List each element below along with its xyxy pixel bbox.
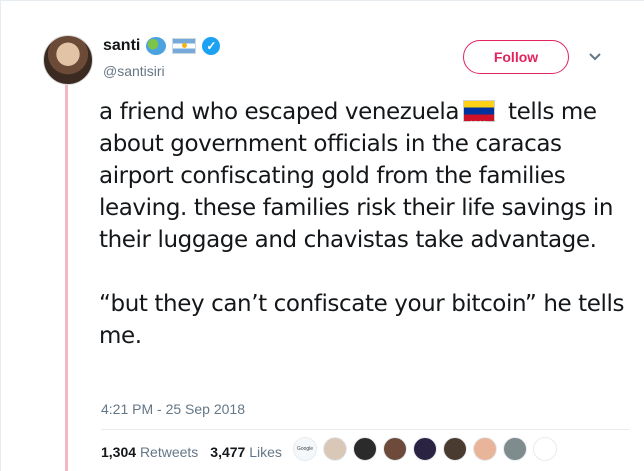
tweet-text-part-1: a friend who escaped venezuela — [99, 99, 460, 125]
liker-7-avatar[interactable] — [473, 437, 497, 461]
tweet-paragraph-1: a friend who escaped venezuela tells me … — [99, 96, 629, 256]
globe-icon — [146, 37, 167, 55]
tweet-timestamp[interactable]: 4:21 PM - 25 Sep 2018 — [101, 401, 245, 417]
divider — [101, 429, 629, 430]
liker-avatar-label: Google — [296, 446, 314, 452]
tweet-card: santi ✓ @santisiri Follow a friend who e… — [0, 0, 644, 471]
likes-label: Likes — [249, 444, 282, 460]
likes-stat[interactable]: 3,477 Likes — [210, 444, 282, 460]
argentina-flag-icon — [172, 38, 197, 54]
chevron-down-icon[interactable] — [588, 51, 602, 63]
liker-2-avatar[interactable] — [323, 437, 347, 461]
tweet-text: a friend who escaped venezuela tells me … — [99, 96, 629, 352]
follow-button[interactable]: Follow — [463, 40, 569, 74]
likes-count: 3,477 — [210, 444, 246, 460]
likers-avatars: Google — [293, 437, 557, 461]
retweets-count: 1,304 — [101, 444, 137, 460]
liker-3-avatar[interactable] — [353, 437, 377, 461]
verified-icon: ✓ — [202, 37, 221, 55]
tweet-paragraph-2: “but they can’t confiscate your bitcoin”… — [99, 291, 625, 349]
author-display-name[interactable]: santi — [103, 37, 140, 55]
retweets-label: Retweets — [139, 444, 199, 460]
author-name-row: santi ✓ — [103, 37, 221, 55]
venezuela-flag-icon — [463, 100, 496, 139]
liker-5-avatar[interactable] — [413, 437, 437, 461]
liker-1-avatar[interactable]: Google — [293, 437, 317, 461]
author-avatar[interactable] — [43, 35, 93, 85]
author-handle[interactable]: @santisiri — [103, 63, 165, 79]
retweets-stat[interactable]: 1,304 Retweets — [101, 444, 198, 460]
liker-9-avatar[interactable] — [533, 437, 557, 461]
thread-line — [65, 85, 68, 471]
liker-8-avatar[interactable] — [503, 437, 527, 461]
liker-6-avatar[interactable] — [443, 437, 467, 461]
tweet-stats: 1,304 Retweets 3,477 Likes — [101, 444, 282, 460]
liker-4-avatar[interactable] — [383, 437, 407, 461]
